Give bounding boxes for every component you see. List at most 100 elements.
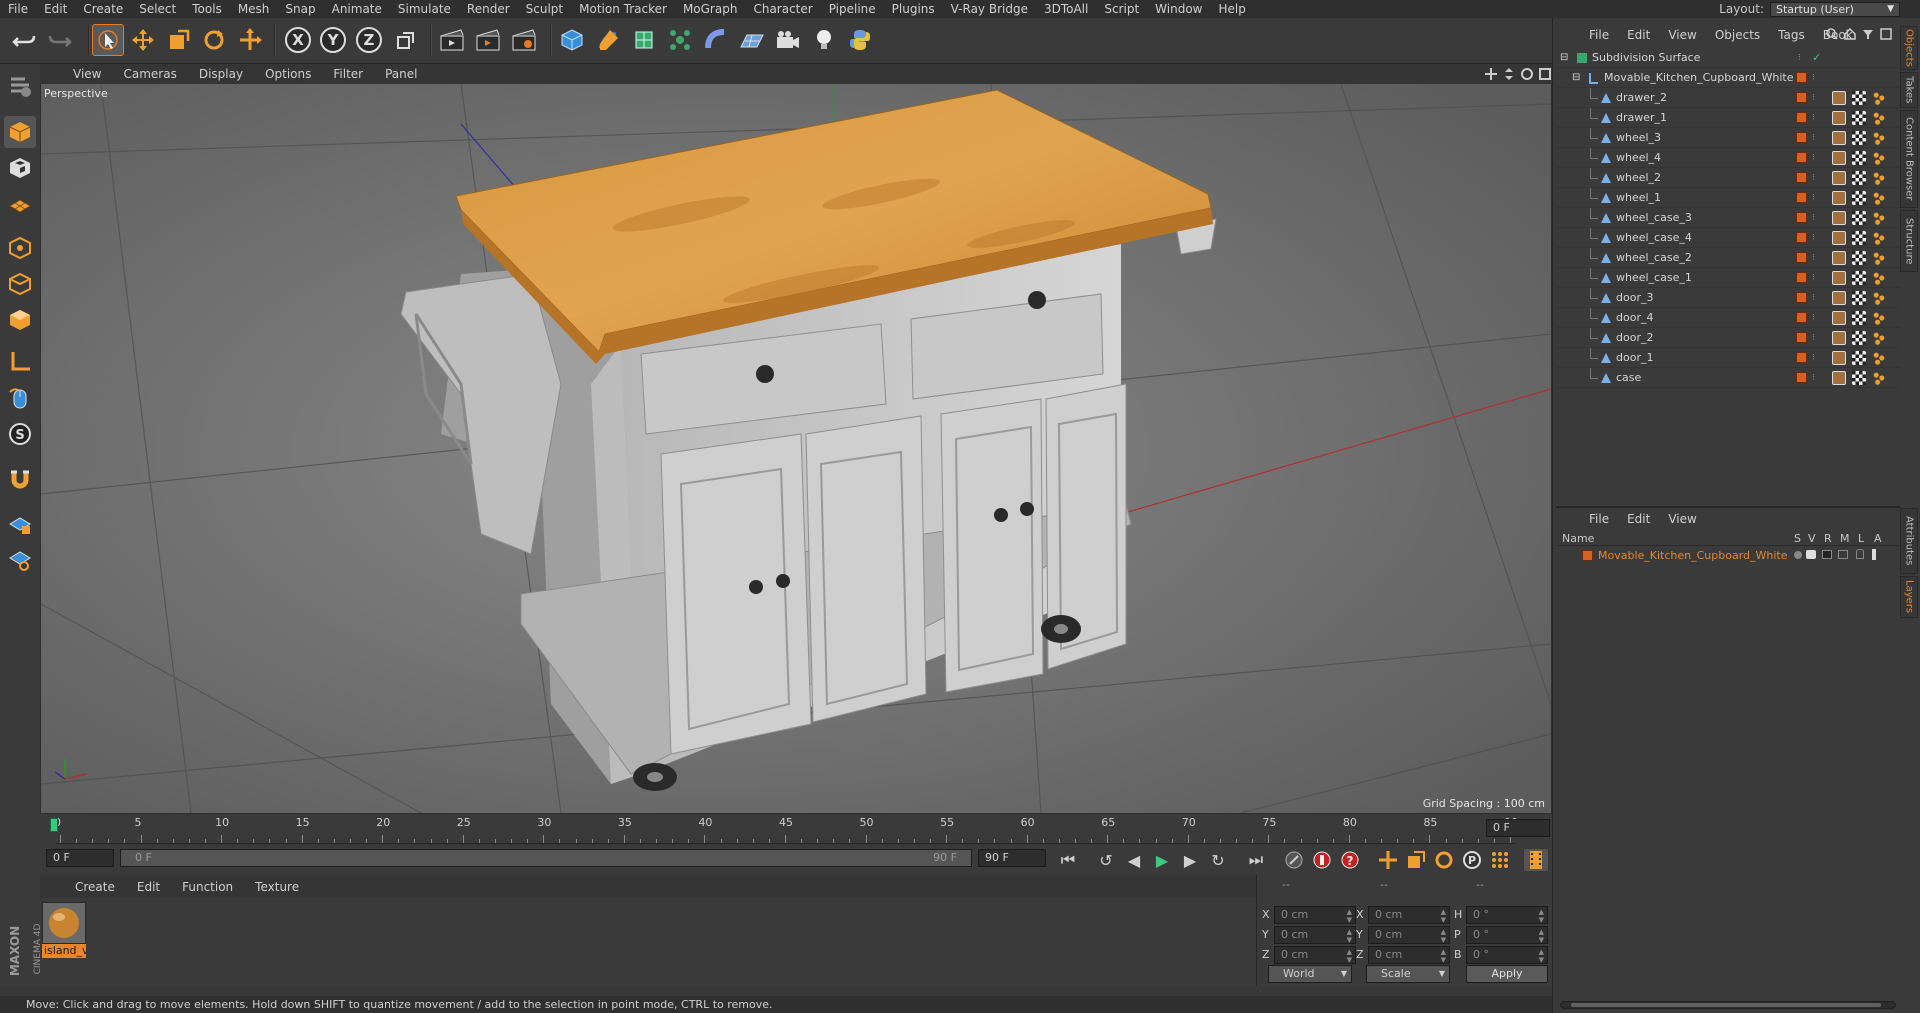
phong-tag-icon[interactable] [1872,250,1886,265]
end-frame-field[interactable]: 90 F [978,849,1046,867]
texture-tag-icon[interactable] [1832,350,1846,365]
timeline-layout-button[interactable] [1524,849,1548,871]
stepper-icon[interactable]: ▲ ▼ [1441,908,1446,924]
current-frame-field[interactable]: 0 F [1486,819,1550,837]
rotate-tool-button[interactable] [198,24,230,56]
maximize-view-icon[interactable] [1538,67,1552,81]
key-position-button[interactable] [1376,849,1400,871]
visibility-dots-icon[interactable]: ⁝ [1812,133,1815,143]
go-to-start-button[interactable]: ⏮ [1056,849,1080,871]
layer-color-swatch[interactable] [1796,92,1807,103]
render-icon[interactable] [1822,550,1832,559]
frame-range-slider[interactable]: 0 F 90 F [120,849,972,867]
object-row-door-1[interactable]: door_1 ⁝ [1556,348,1900,368]
menu-script[interactable]: Script [1096,0,1147,18]
object-menu-tags[interactable]: Tags [1769,28,1814,42]
keyframe-selection-button[interactable]: ? [1338,849,1362,871]
phong-tag-icon[interactable] [1872,150,1886,165]
visibility-dots-icon[interactable]: ⁝ [1812,93,1815,103]
render-settings-button[interactable] [508,24,540,56]
object-row-wheel-case-2[interactable]: wheel_case_2 ⁝ [1556,248,1900,268]
object-menu-objects[interactable]: Objects [1706,28,1769,42]
material-menu-edit[interactable]: Edit [126,880,171,894]
menu-mograph[interactable]: MoGraph [675,0,746,18]
menu-help[interactable]: Help [1210,0,1253,18]
start-frame-field[interactable]: 0 F [46,849,114,867]
stepper-icon[interactable]: ▲ ▼ [1347,948,1352,964]
uvw-tag-icon[interactable] [1852,310,1866,325]
axis-mode-button[interactable] [4,346,36,378]
texture-tag-icon[interactable] [1832,310,1846,325]
visibility-dots-icon[interactable]: ⁝ [1812,233,1815,243]
rotation-field[interactable]: 0 ° ▲ ▼ [1466,946,1548,964]
object-row-door-3[interactable]: door_3 ⁝ [1556,288,1900,308]
tab-attributes[interactable]: Attributes [1900,508,1918,574]
workplane-mode-button[interactable] [4,188,36,220]
previous-frame-button[interactable]: ◀ [1122,849,1146,871]
menu-simulate[interactable]: Simulate [390,0,459,18]
uvw-tag-icon[interactable] [1852,250,1866,265]
layer-color-swatch[interactable] [1796,172,1807,183]
layer-color-swatch[interactable] [1796,152,1807,163]
autokey-button[interactable] [1310,849,1334,871]
visibility-dots-icon[interactable]: ⁝ [1812,353,1815,363]
rotation-field[interactable]: 0 ° ▲ ▼ [1466,926,1548,944]
phong-tag-icon[interactable] [1872,370,1886,385]
visibility-dots-icon[interactable]: ⁝ [1812,153,1815,163]
apply-button[interactable]: Apply [1466,965,1548,983]
object-row-drawer-2[interactable]: drawer_2 ⁝ [1556,88,1900,108]
position-field[interactable]: 0 cm ▲ ▼ [1274,926,1356,944]
scale-tool-button[interactable] [163,24,195,56]
menu-tools[interactable]: Tools [184,0,230,18]
visibility-dots-icon[interactable]: ⁝ [1812,213,1815,223]
object-row-case[interactable]: case ⁝ [1556,368,1900,388]
menu-render[interactable]: Render [459,0,518,18]
texture-tag-icon[interactable] [1832,190,1846,205]
texture-tag-icon[interactable] [1832,290,1846,305]
layer-color-swatch[interactable] [1796,132,1807,143]
stepper-icon[interactable]: ▲ ▼ [1347,908,1352,924]
layer-color-swatch[interactable] [1796,292,1807,303]
menu-3dtoall[interactable]: 3DToAll [1036,0,1096,18]
go-to-end-button[interactable]: ⏭ [1244,849,1268,871]
home-icon[interactable] [1844,28,1856,40]
object-row-door-4[interactable]: door_4 ⁝ [1556,308,1900,328]
object-menu-file[interactable]: File [1580,28,1618,42]
phong-tag-icon[interactable] [1872,350,1886,365]
make-editable-button[interactable] [4,70,36,102]
tweak-mode-button[interactable] [4,382,36,414]
texture-tag-icon[interactable] [1832,250,1846,265]
previous-key-button[interactable]: ↺ [1094,849,1118,871]
redo-button[interactable] [44,24,76,56]
move-view-icon[interactable] [1484,67,1498,81]
layer-color-swatch[interactable] [1796,312,1807,323]
visibility-dots-icon[interactable]: ⁝ [1812,313,1815,323]
position-field[interactable]: 0 cm ▲ ▼ [1274,946,1356,964]
phong-tag-icon[interactable] [1872,190,1886,205]
camera-button[interactable] [772,24,804,56]
layer-color-swatch[interactable] [1796,212,1807,223]
undo-button[interactable] [8,24,40,56]
phong-tag-icon[interactable] [1872,130,1886,145]
edge-mode-button[interactable] [4,268,36,300]
snap-button[interactable] [4,464,36,496]
material-menu-texture[interactable]: Texture [244,880,310,894]
layer-menu-view[interactable]: View [1659,512,1705,526]
phong-tag-icon[interactable] [1872,310,1886,325]
solo-button[interactable]: S [4,418,36,450]
texture-tag-icon[interactable] [1832,270,1846,285]
cube-object-button[interactable] [556,24,588,56]
uvw-tag-icon[interactable] [1852,270,1866,285]
polygon-mode-button[interactable] [4,304,36,336]
phong-tag-icon[interactable] [1872,110,1886,125]
render-view-button[interactable] [436,24,468,56]
texture-tag-icon[interactable] [1832,210,1846,225]
material-menu-function[interactable]: Function [171,880,244,894]
menu-mesh[interactable]: Mesh [230,0,278,18]
key-rotation-button[interactable] [1432,849,1456,871]
move-tool-button[interactable] [127,24,159,56]
stepper-icon[interactable]: ▲ ▼ [1347,928,1352,944]
menu-edit[interactable]: Edit [36,0,75,18]
object-row-door-2[interactable]: door_2 ⁝ [1556,328,1900,348]
texture-tag-icon[interactable] [1832,110,1846,125]
